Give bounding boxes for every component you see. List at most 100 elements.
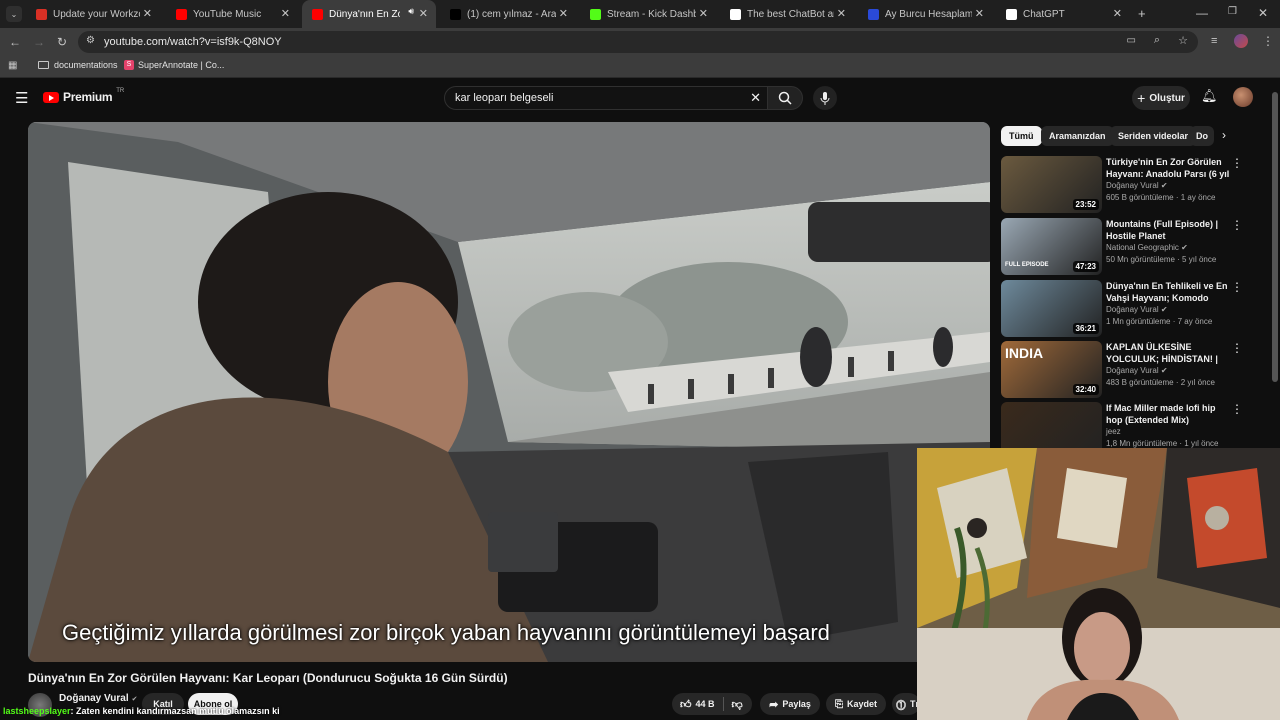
reload-icon[interactable]: ↻ (57, 35, 67, 49)
profile-avatar[interactable] (1234, 34, 1248, 48)
close-tab-icon[interactable]: ✕ (699, 7, 708, 20)
recommendation-title[interactable]: Dünya'nın En Tehlikeli ve En Vahşi Hayva… (1106, 280, 1231, 304)
tab-x[interactable]: (1) cem yılmaz - Arama /✕ (440, 0, 576, 28)
video-frame (28, 122, 990, 662)
recommendation-channel[interactable]: Doğanay Vural ✔ (1106, 305, 1168, 314)
close-tab-icon[interactable]: ✕ (559, 7, 568, 20)
more-options-icon[interactable]: ⋮ (1231, 280, 1243, 294)
recommendation-channel[interactable]: Doğanay Vural ✔ (1106, 181, 1168, 190)
recommendation-item[interactable]: 36:21 Dünya'nın En Tehlikeli ve En Vahşi … (1001, 280, 1271, 338)
close-tab-icon[interactable]: ✕ (281, 7, 290, 20)
cast-icon[interactable]: ▭ (1127, 35, 1136, 46)
new-tab-button[interactable]: + (1138, 6, 1146, 21)
recommendation-channel[interactable]: Doğanay Vural ✔ (1106, 366, 1168, 375)
account-avatar[interactable] (1233, 87, 1253, 107)
chip-series[interactable]: Seriden videolar (1110, 126, 1197, 146)
close-tab-icon[interactable]: ✕ (837, 7, 846, 20)
voice-search-button[interactable] (813, 86, 837, 110)
recommendation-meta: 1 Mn görüntüleme · 7 ay önce (1106, 317, 1213, 326)
chip-all[interactable]: Tümü (1001, 126, 1042, 146)
recommendation-item[interactable]: INDIA 32:40 KAPLAN ÜLKESİNE YOLCULUK; HİND… (1001, 341, 1271, 399)
tab-search-icon[interactable]: ⌄ (6, 6, 22, 22)
chip-partial[interactable]: Do (1190, 126, 1214, 146)
bookmarks-bar: ▦ documentations S SuperAnnotate | Co... (0, 56, 1280, 78)
video-thumbnail[interactable]: FULL EPISODE 47:23 (1001, 218, 1102, 275)
hamburger-menu-icon[interactable]: ☰ (15, 89, 28, 107)
video-player[interactable] (28, 122, 990, 662)
chrome-menu-icon[interactable]: ⋮ (1262, 34, 1274, 48)
tab-youtube[interactable]: Dünya'nın En Zor Gör 🔊︎ ✕ (302, 0, 436, 28)
upload-age: 2 yıl önce (1180, 378, 1215, 387)
recommendation-title[interactable]: Türkiye'nin En Zor Görülen Hayvanı: Anad… (1106, 156, 1231, 180)
forward-icon[interactable]: → (33, 35, 45, 49)
verified-icon: ✔ (1160, 366, 1168, 375)
recommendation-title[interactable]: Mountains (Full Episode) | Hostile Plane… (1106, 218, 1231, 242)
stream-chat-message: lastsheepslayer: Zaten kendini kandırmaz… (3, 706, 280, 716)
recommendation-channel[interactable]: jeez (1106, 427, 1121, 436)
view-count: 1,8 Mn görüntüleme (1106, 439, 1178, 448)
close-tab-icon[interactable]: ✕ (143, 7, 152, 20)
zoom-icon[interactable]: ⌕ (1154, 34, 1160, 47)
more-options-icon[interactable]: ⋮ (1231, 156, 1243, 170)
close-window-icon[interactable]: ✕ (1258, 6, 1268, 20)
dislike-icon[interactable]: 👎︎ (732, 698, 743, 711)
page-scrollbar[interactable] (1272, 92, 1278, 382)
video-thumbnail[interactable]: 36:21 (1001, 280, 1102, 337)
site-info-icon[interactable]: ⚙ (86, 35, 95, 46)
notifications-bell-icon[interactable]: 🔔︎ (1201, 88, 1218, 104)
audio-playing-icon[interactable]: 🔊︎ (408, 6, 414, 17)
channel-name[interactable]: Doğanay Vural ✔ (59, 693, 138, 704)
tab-title: Update your Workzone p (53, 8, 140, 20)
tab-chatgpt[interactable]: ChatGPT ✕ (996, 0, 1130, 28)
recommendation-channel[interactable]: National Geographic ✔ (1106, 243, 1188, 252)
minimize-icon[interactable]: — (1196, 6, 1208, 20)
recommendation-title[interactable]: KAPLAN ÜLKESİNE YOLCULUK; HİNDİSTAN! | "… (1106, 341, 1231, 365)
search-button[interactable] (767, 86, 803, 110)
chips-next-chevron-icon[interactable]: › (1222, 128, 1226, 142)
close-tab-icon[interactable]: ✕ (1113, 7, 1122, 20)
video-thumbnail[interactable]: INDIA 32:40 (1001, 341, 1102, 398)
save-button[interactable]: ⎘ Kaydet (826, 693, 886, 715)
close-tab-icon[interactable]: ✕ (975, 7, 984, 20)
address-bar[interactable]: ⚙ youtube.com/watch?v=isf9k-Q8NOY ▭ ⌕ ☆ (78, 31, 1198, 53)
youtube-logo[interactable]: Premium TR (43, 88, 124, 104)
video-thumbnail[interactable]: 23:52 (1001, 156, 1102, 213)
clear-search-icon[interactable]: ✕ (750, 90, 761, 106)
like-icon[interactable]: 👍︎ (680, 698, 692, 711)
more-options-icon[interactable]: ⋮ (1231, 341, 1243, 355)
chip-from-search[interactable]: Aramanızdan (1041, 126, 1114, 146)
thanks-button[interactable]: ⓵ Tı (892, 693, 920, 715)
apps-grid-icon[interactable]: ▦ (8, 60, 17, 71)
restore-icon[interactable]: ❐ (1228, 6, 1237, 17)
video-title: Dünya'nın En Zor Görülen Hayvanı: Kar Le… (28, 671, 508, 685)
thanks-icon: ⓵ (896, 700, 906, 712)
more-options-icon[interactable]: ⋮ (1231, 402, 1243, 416)
share-button[interactable]: ➦ Paylaş (760, 693, 820, 715)
tab-horoscope[interactable]: Ay Burcu Hesaplama - Hi✕ (858, 0, 992, 28)
recommendation-meta: 605 B görüntüleme · 1 ay önce (1106, 193, 1216, 202)
bookmark-superannotate[interactable]: S SuperAnnotate | Co... (124, 60, 224, 70)
upload-age: 1 ay önce (1180, 193, 1216, 202)
chat-username: lastsheepslayer (3, 706, 71, 716)
like-count[interactable]: 44 B (696, 699, 715, 709)
search-input[interactable]: kar leoparı belgeseli ✕ (444, 86, 768, 110)
recommendation-meta: 1,8 Mn görüntüleme · 1 yıl önce (1106, 439, 1219, 448)
create-button[interactable]: + Oluştur (1132, 86, 1190, 110)
tab-kick[interactable]: Stream - Kick Dashboard✕ (580, 0, 716, 28)
recommendation-title[interactable]: If Mac Miller made lofi hip hop (Extende… (1106, 402, 1231, 426)
browser-tab-strip: ⌄ Update your Workzone p✕YouTube Music✕D… (0, 0, 1280, 28)
logo-text: Premium (63, 90, 113, 104)
recommendation-item[interactable]: FULL EPISODE 47:23 Mountains (Full Episode… (1001, 218, 1271, 276)
recommendation-item[interactable]: 23:52 Türkiye'nin En Zor Görülen Hayvanı:… (1001, 156, 1271, 214)
back-icon[interactable]: ← (9, 35, 21, 49)
close-tab-icon[interactable]: ✕ (419, 7, 428, 20)
tab-gmail[interactable]: Update your Workzone p✕ (26, 0, 160, 28)
bookmark-star-icon[interactable]: ☆ (1178, 34, 1188, 47)
youtube-icon (312, 8, 323, 20)
tab-chatbot[interactable]: The best ChatBot and W✕ (720, 0, 854, 28)
bookmark-documentations[interactable]: documentations (38, 60, 118, 70)
media-controls-icon[interactable]: ≡ (1211, 35, 1217, 47)
search-icon (778, 91, 792, 105)
tab-youtube-music[interactable]: YouTube Music ✕ (166, 0, 298, 28)
more-options-icon[interactable]: ⋮ (1231, 218, 1243, 232)
